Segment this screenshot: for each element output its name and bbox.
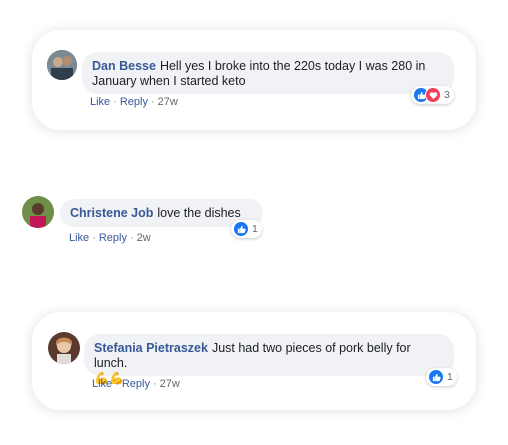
like-icon xyxy=(428,369,444,385)
comment-actions: Like · Reply · 27w xyxy=(90,96,178,108)
like-link[interactable]: Like xyxy=(69,232,89,244)
author-name[interactable]: Christene Job xyxy=(70,206,153,220)
reaction-count: 1 xyxy=(447,371,453,383)
comment-text: love the dishes xyxy=(157,206,241,220)
reply-link[interactable]: Reply xyxy=(99,232,127,244)
reactions-summary[interactable]: 3 xyxy=(411,86,454,104)
reaction-count: 1 xyxy=(252,223,258,235)
comment-actions: Like · Reply · 27w xyxy=(92,378,180,390)
timestamp[interactable]: 27w xyxy=(160,378,180,390)
like-link[interactable]: Like xyxy=(92,378,112,390)
like-link[interactable]: Like xyxy=(90,96,110,108)
comment-bubble: Dan Besse Hell yes I broke into the 220s … xyxy=(82,52,454,94)
reply-link[interactable]: Reply xyxy=(120,96,148,108)
reply-link[interactable]: Reply xyxy=(122,378,150,390)
reaction-count: 3 xyxy=(444,89,450,101)
comment-actions: Like · Reply · 2w xyxy=(69,232,151,244)
timestamp[interactable]: 27w xyxy=(158,96,178,108)
author-name[interactable]: Dan Besse xyxy=(92,59,156,73)
avatar[interactable] xyxy=(48,332,80,364)
comment-bubble: Stefania Pietraszek Just had two pieces o… xyxy=(84,334,454,385)
love-icon xyxy=(425,87,441,103)
reactions-summary[interactable]: 1 xyxy=(426,368,457,386)
avatar[interactable] xyxy=(22,196,54,228)
timestamp[interactable]: 2w xyxy=(137,232,151,244)
reactions-summary[interactable]: 1 xyxy=(231,220,262,238)
author-name[interactable]: Stefania Pietraszek xyxy=(94,341,208,355)
like-icon xyxy=(233,221,249,237)
avatar[interactable] xyxy=(47,50,77,80)
